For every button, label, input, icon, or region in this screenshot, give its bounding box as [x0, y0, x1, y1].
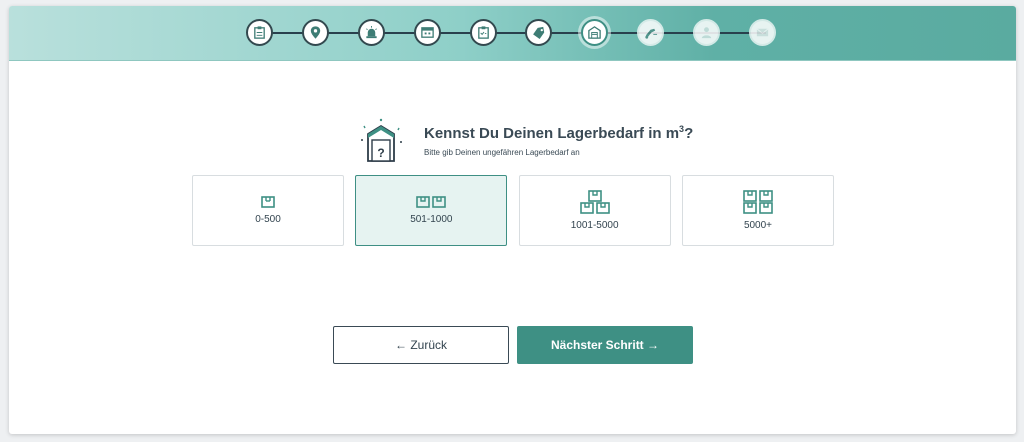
option-1001-5000[interactable]: 1001-5000 — [518, 175, 671, 246]
question-header: ? Kennst Du Deinen Lagerbedarf in m3? Bi… — [356, 116, 716, 171]
calendar-icon — [420, 27, 434, 38]
option-label: 501-1000 — [410, 214, 453, 225]
step-list — [246, 19, 776, 46]
clipboard-icon — [254, 26, 265, 39]
question-title-end: ? — [684, 125, 694, 142]
wizard-card: ? Kennst Du Deinen Lagerbedarf in m3? Bi… — [9, 6, 1016, 434]
option-0-500[interactable]: 0-500 — [192, 175, 344, 246]
tag-icon — [533, 26, 545, 39]
step-forklift[interactable] — [637, 19, 665, 46]
checklist-icon — [477, 26, 489, 39]
step-checklist[interactable] — [469, 19, 497, 46]
step-warehouse[interactable] — [581, 19, 609, 46]
four-boxes-icon — [743, 190, 773, 214]
alarm-light-icon — [365, 25, 377, 39]
person-icon — [701, 27, 712, 39]
step-clipboard[interactable] — [246, 19, 273, 46]
option-label: 1001-5000 — [570, 220, 619, 231]
next-step-button[interactable]: Nächster Schritt → — [517, 326, 693, 364]
two-boxes-icon — [416, 196, 447, 208]
warehouse-icon — [588, 26, 602, 39]
option-label: 5000+ — [743, 220, 773, 231]
option-501-1000[interactable]: 501-1000 — [355, 175, 508, 246]
option-list: 0-500 501-1000 1001-5000 5000+ — [192, 175, 834, 246]
question-subtitle: Bitte gib Deinen ungefähren Lagerbedarf … — [424, 148, 580, 157]
option-label: 0-500 — [255, 214, 281, 225]
step-location[interactable] — [301, 19, 329, 46]
step-envelope[interactable] — [748, 19, 776, 46]
envelope-icon — [756, 28, 769, 37]
progress-bar — [9, 6, 1016, 61]
step-person[interactable] — [693, 19, 720, 46]
location-pin-icon — [310, 26, 321, 39]
option-5000-plus[interactable]: 5000+ — [681, 175, 834, 246]
three-boxes-icon — [579, 190, 610, 214]
single-box-icon — [261, 196, 275, 208]
step-tag[interactable] — [525, 19, 553, 46]
illustration-question-mark: ? — [377, 146, 384, 160]
question-title: Kennst Du Deinen Lagerbedarf in m3? — [424, 124, 693, 142]
step-calendar[interactable] — [413, 19, 441, 46]
warehouse-question-icon: ? — [361, 118, 402, 162]
step-alarm[interactable] — [357, 19, 385, 46]
forklift-icon — [645, 28, 658, 39]
back-button[interactable]: ← Zurück — [333, 326, 509, 364]
question-title-text: Kennst Du Deinen Lagerbedarf in m — [424, 125, 680, 142]
